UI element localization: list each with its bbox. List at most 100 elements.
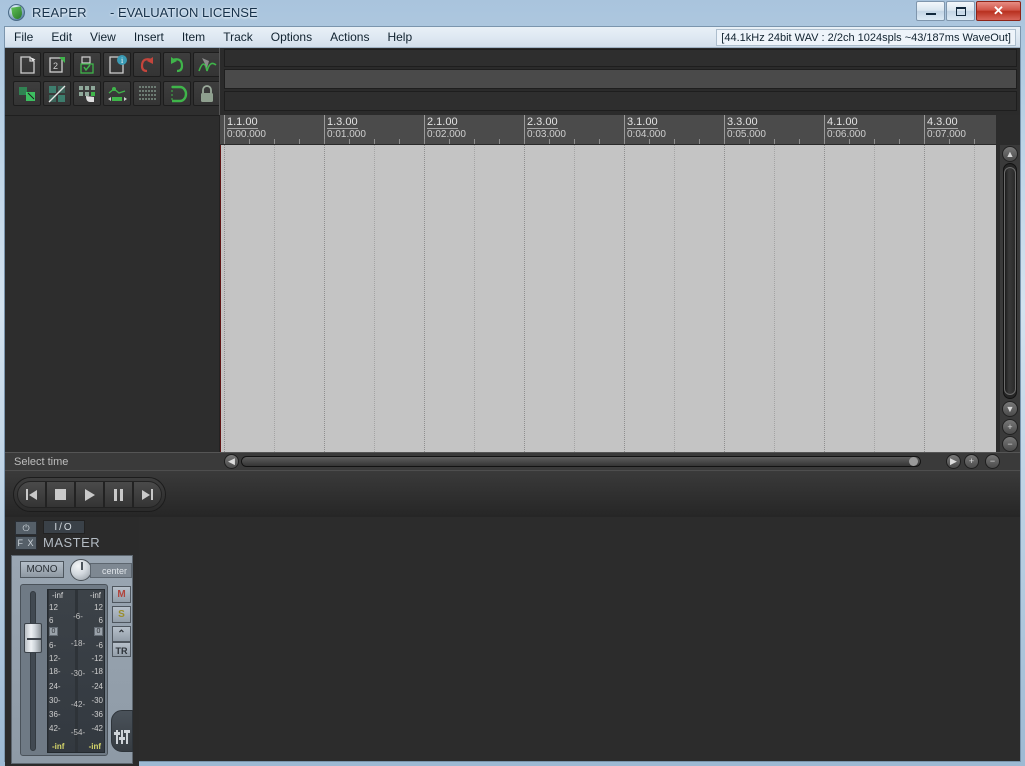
grid-button[interactable]: [133, 81, 161, 106]
envelope-button[interactable]: ⌃: [112, 626, 131, 642]
title-bar: REAPER - EVALUATION LICENSE ✕: [0, 0, 1025, 26]
menu-track[interactable]: Track: [214, 27, 262, 48]
menu-insert[interactable]: Insert: [125, 27, 173, 48]
hscroll-resize-handle[interactable]: [909, 457, 918, 466]
undo-button[interactable]: [133, 52, 161, 77]
scale-mid-1: -18-: [70, 639, 86, 648]
master-track-name[interactable]: MASTER: [43, 535, 100, 550]
minimize-button[interactable]: [916, 1, 945, 21]
audio-device-status[interactable]: [44.1kHz 24bit WAV : 2/2ch 1024spls ~43/…: [716, 29, 1016, 46]
track-routing-button[interactable]: TR: [112, 642, 131, 657]
save-project-button[interactable]: [73, 52, 101, 77]
master-meters[interactable]: -inf -inf 12 6 0 6- 12- 18- 24- 30- 36- …: [47, 589, 105, 753]
volume-fader-handle[interactable]: [24, 623, 42, 653]
track-control-panel[interactable]: [5, 115, 219, 452]
ruler-minor-tick: [599, 139, 600, 144]
region-lane[interactable]: [224, 69, 1017, 89]
ruler-bars-label: 4.1.00: [827, 116, 858, 129]
menu-view[interactable]: View: [81, 27, 125, 48]
vzoom-in-button[interactable]: +: [1002, 419, 1018, 435]
ruler-minor-tick: [499, 139, 500, 144]
horizontal-scrollbar[interactable]: ◀ ▶ + −: [219, 452, 1020, 470]
fader-meter-frame: -inf -inf 12 6 0 6- 12- 18- 24- 30- 36- …: [20, 584, 108, 756]
peak-top-right: -inf: [89, 591, 101, 600]
reaper-logo-icon: [8, 4, 25, 21]
ruler-minor-tick: [249, 139, 250, 144]
ruler-minor-tick: [349, 139, 350, 144]
mouse-modifier-button[interactable]: [73, 81, 101, 106]
open-project-button[interactable]: 2: [43, 52, 71, 77]
menu-actions[interactable]: Actions: [321, 27, 378, 48]
scale-right-0: 12: [94, 603, 103, 612]
vzoom-out-button[interactable]: −: [1002, 436, 1018, 452]
arrange-gridline: [874, 145, 875, 452]
menu-edit[interactable]: Edit: [42, 27, 81, 48]
menu-help[interactable]: Help: [378, 27, 421, 48]
toolbar-row-1: 2 i: [13, 52, 223, 77]
go-to-start-button[interactable]: [17, 481, 46, 508]
redo-button[interactable]: [163, 52, 191, 77]
loop-button[interactable]: [163, 81, 191, 106]
ruler-minor-tick: [424, 139, 425, 144]
crossfade-button[interactable]: [43, 81, 71, 106]
menu-item[interactable]: Item: [173, 27, 214, 48]
ruler-minor-tick: [299, 139, 300, 144]
transport-button-group: [13, 477, 166, 512]
ruler-seconds-label: 0:03.000: [527, 129, 566, 140]
vertical-scrollbar[interactable]: ▲ ▼ + −: [1000, 145, 1020, 452]
master-button-column: M S ⌃ TR: [110, 584, 134, 756]
hzoom-in-button[interactable]: +: [964, 454, 979, 469]
volume-fader-track[interactable]: [30, 591, 36, 751]
scroll-up-button[interactable]: ▲: [1002, 146, 1018, 162]
scroll-down-button[interactable]: ▼: [1002, 401, 1018, 417]
item-properties-button[interactable]: [13, 81, 41, 106]
ruler-minor-tick: [224, 139, 225, 144]
ruler-minor-tick: [374, 139, 375, 144]
vscroll-thumb[interactable]: [1004, 167, 1016, 395]
mono-button[interactable]: MONO: [20, 561, 64, 578]
ruler-minor-tick: [824, 139, 825, 144]
master-io-button[interactable]: I/O: [43, 520, 85, 534]
marker-lane[interactable]: [224, 49, 1017, 67]
hzoom-out-button[interactable]: −: [985, 454, 1000, 469]
play-cursor: [220, 145, 221, 452]
window-license-label: - EVALUATION LICENSE: [110, 5, 258, 20]
lock-button[interactable]: [193, 81, 221, 106]
pan-value[interactable]: center: [90, 563, 132, 578]
ruler-minor-tick: [549, 139, 550, 144]
menu-options[interactable]: Options: [262, 27, 321, 48]
pan-knob[interactable]: [70, 559, 92, 581]
new-project-button[interactable]: [13, 52, 41, 77]
master-fx-button[interactable]: F X: [15, 536, 37, 550]
stop-button[interactable]: [46, 481, 75, 508]
arrange-top-strip: [219, 48, 1020, 115]
play-button[interactable]: [75, 481, 104, 508]
tempo-lane[interactable]: [224, 91, 1017, 111]
project-settings-button[interactable]: i: [103, 52, 131, 77]
hscroll-thumb[interactable]: [242, 457, 920, 466]
ruler-bars-label: 3.3.00: [727, 116, 758, 129]
automation-button[interactable]: [103, 81, 131, 106]
maximize-icon: [955, 6, 966, 16]
ruler-minor-tick: [649, 139, 650, 144]
timeline-ruler[interactable]: 1.1.00 0:00.000 1.3.00 0:01.000 2.1.00 0:02.0…: [219, 115, 996, 145]
scroll-left-button[interactable]: ◀: [224, 454, 239, 469]
ruler-minor-tick: [699, 139, 700, 144]
ruler-seconds-label: 0:01.000: [327, 129, 366, 140]
pause-button[interactable]: [104, 481, 133, 508]
arrange-view[interactable]: [219, 145, 996, 452]
scale-right-9: -42: [91, 724, 103, 733]
routing-faders-icon[interactable]: [111, 710, 133, 752]
envelope-button[interactable]: [193, 52, 221, 77]
scroll-right-button[interactable]: ▶: [946, 454, 961, 469]
pause-bars-icon: [113, 488, 125, 501]
menu-file[interactable]: File: [5, 27, 42, 48]
master-power-button[interactable]: ⏻: [15, 521, 37, 535]
go-to-end-button[interactable]: [133, 481, 162, 508]
mute-button[interactable]: M: [112, 586, 131, 603]
ruler-bars-label: 3.1.00: [627, 116, 658, 129]
scale-left-0: 12: [49, 603, 58, 612]
solo-button[interactable]: S: [112, 606, 131, 623]
close-button[interactable]: ✕: [976, 1, 1021, 21]
maximize-button[interactable]: [946, 1, 975, 21]
